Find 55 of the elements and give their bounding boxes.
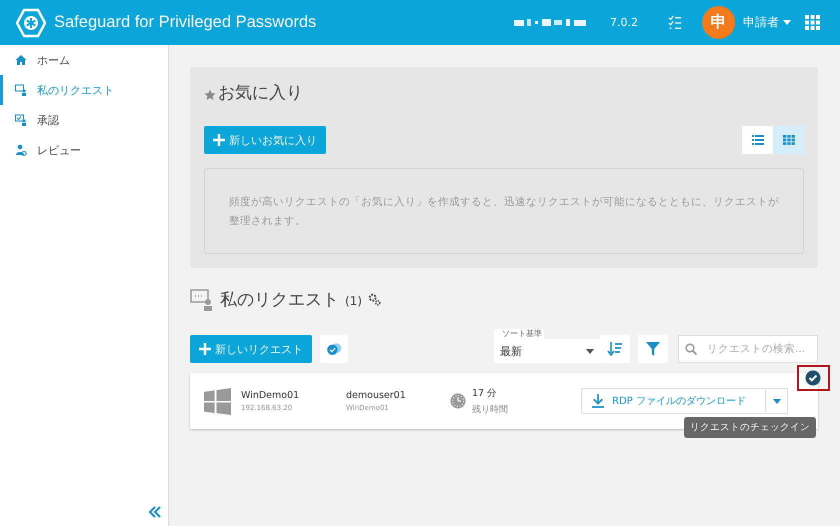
redacted-text-block <box>514 18 586 28</box>
sort-order-button[interactable] <box>600 335 630 363</box>
app-grid-icon[interactable] <box>805 15 820 30</box>
caret-icon <box>772 398 780 404</box>
nav-item[interactable]: ホーム <box>0 45 168 75</box>
filter-button[interactable] <box>638 335 668 363</box>
collapse-icon[interactable] <box>148 506 162 518</box>
tooltip: リクエストのチェックイン <box>684 417 816 438</box>
section-title: お気に入り <box>218 82 303 104</box>
caret-icon <box>586 348 594 354</box>
list-icon <box>752 135 764 145</box>
list-view-button[interactable] <box>742 126 773 154</box>
section-title: 私のリクエスト <box>220 289 339 311</box>
home-icon <box>15 54 27 66</box>
request-count: (1) <box>345 294 362 308</box>
version-text: 7.0.2 <box>610 16 638 29</box>
asset-name: WinDemo01 <box>241 390 300 401</box>
check-circles-icon <box>326 342 342 356</box>
nav-item[interactable]: 承認 <box>0 105 168 135</box>
windows-icon <box>204 388 231 414</box>
nav-item[interactable]: 私のリクエスト <box>0 75 168 105</box>
account-name: demouser01 <box>346 390 407 401</box>
actions-dropdown-button[interactable] <box>766 388 788 414</box>
user-menu[interactable]: 申請者 <box>743 14 791 31</box>
person-icon <box>15 144 27 156</box>
logo-icon <box>16 8 46 38</box>
time-remaining: 17 分 <box>472 386 498 400</box>
empty-message: 頻度が高いリクエストの「お気に入り」を作成すると、迅速なリクエストが可能になるとともに、リクエストが整理されます。 <box>229 195 779 229</box>
time-label: 残り時間 <box>472 404 509 416</box>
clock-icon <box>450 393 466 409</box>
request-icon <box>190 288 214 310</box>
new-favorite-button[interactable]: 新しいお気に入り <box>204 126 326 154</box>
grid-view-button[interactable] <box>773 126 804 154</box>
sort-icon <box>607 342 623 356</box>
request-icon <box>15 84 27 96</box>
filter-icon <box>645 342 661 356</box>
star-icon <box>204 89 216 101</box>
new-request-button[interactable]: 新しいリクエスト <box>190 335 312 363</box>
download-icon <box>592 394 604 408</box>
user-avatar[interactable]: 申 <box>702 6 735 39</box>
checklist-icon[interactable] <box>668 14 682 30</box>
plus-icon <box>213 134 225 146</box>
plus-icon <box>199 343 211 355</box>
sort-dropdown[interactable]: 最新 <box>494 339 600 363</box>
grid-icon <box>782 135 794 145</box>
caret-icon <box>783 20 791 25</box>
settings-icon[interactable] <box>368 293 381 306</box>
bulk-checkin-button[interactable] <box>320 335 348 363</box>
approval-icon <box>15 114 27 126</box>
rdp-download-button[interactable]: RDP ファイルのダウンロード <box>581 388 766 414</box>
app-title: Safeguard for Privileged Passwords <box>54 13 316 32</box>
search-field[interactable]: リクエストの検索... <box>678 335 818 363</box>
nav-item[interactable]: レビュー <box>0 135 168 165</box>
check-in-icon[interactable] <box>805 370 821 386</box>
sort-label: ソート基準 <box>494 329 544 339</box>
